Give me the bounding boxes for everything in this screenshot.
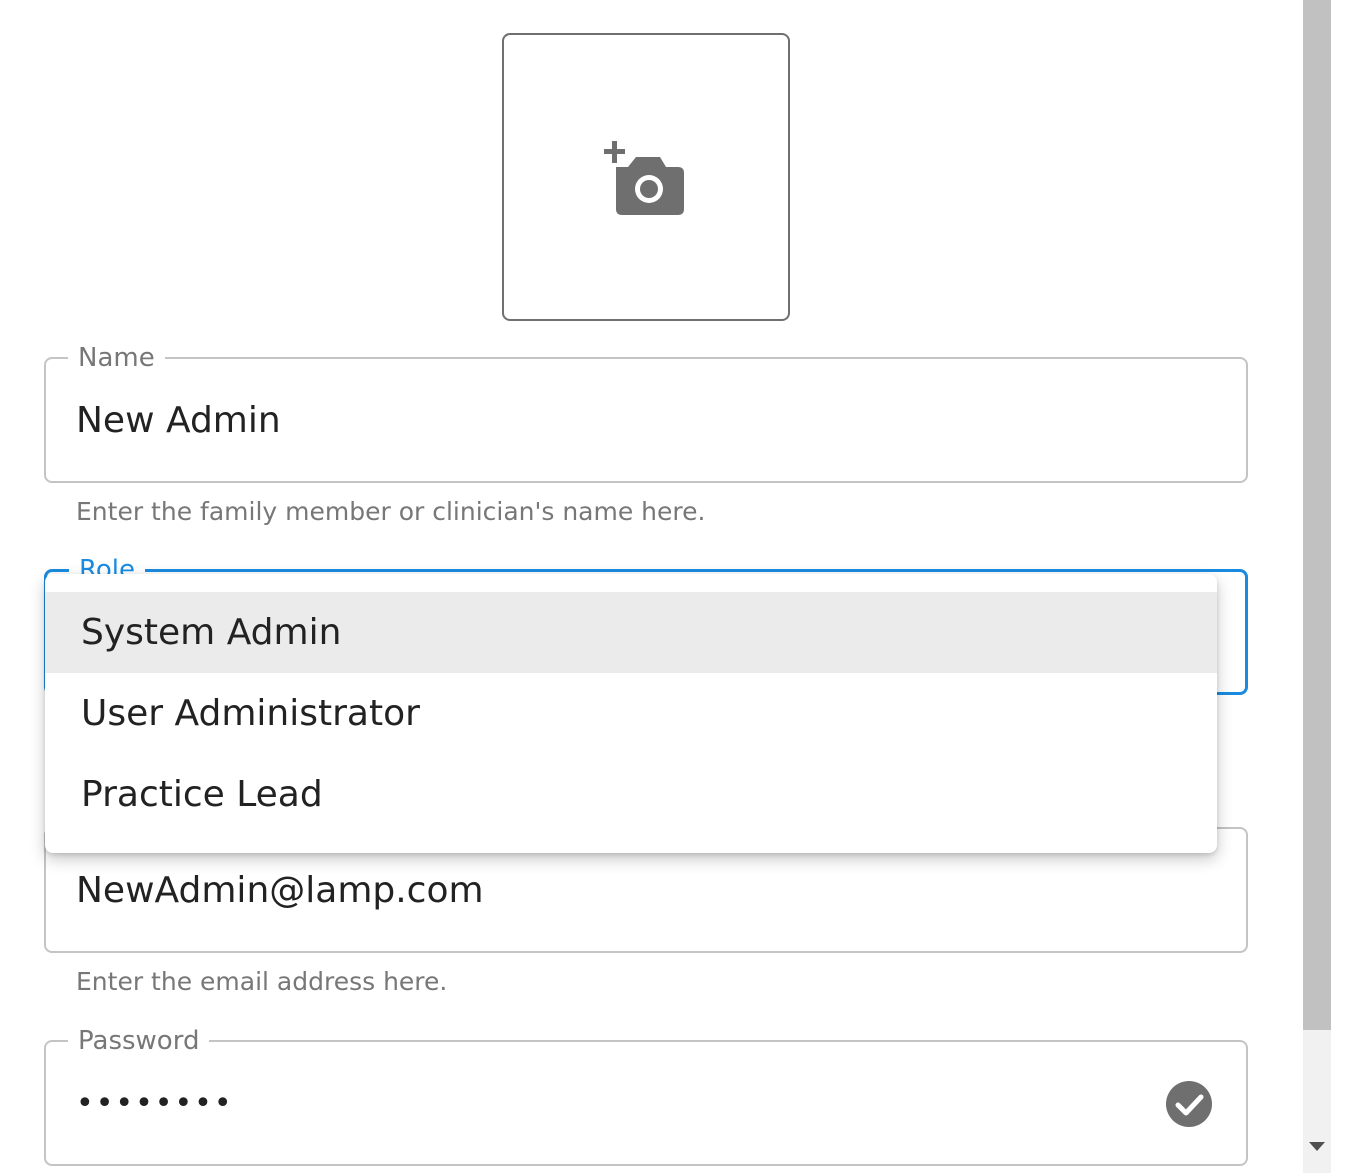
scrollbar-thumb[interactable] — [1303, 0, 1331, 1030]
name-field[interactable]: Name New Admin — [44, 344, 1248, 483]
add-a-photo-icon — [604, 141, 684, 215]
role-dropdown-menu: System Admin User Administrator Practice… — [45, 574, 1217, 853]
name-helper-text: Enter the family member or clinician's n… — [76, 497, 706, 526]
name-input[interactable]: New Admin — [76, 399, 281, 443]
password-input[interactable]: •••••••• — [76, 1082, 234, 1126]
avatar-upload-button[interactable] — [502, 33, 790, 321]
password-field-label: Password — [68, 1027, 210, 1055]
email-helper-text: Enter the email address here. — [76, 967, 448, 996]
check-circle-icon — [1166, 1081, 1212, 1127]
email-input[interactable]: NewAdmin@lamp.com — [76, 869, 484, 913]
password-field[interactable]: Password •••••••• — [44, 1027, 1248, 1166]
role-option-user-administrator[interactable]: User Administrator — [45, 673, 1217, 754]
vertical-scrollbar[interactable] — [1303, 0, 1331, 1173]
role-option-practice-lead[interactable]: Practice Lead — [45, 754, 1217, 835]
name-field-label: Name — [68, 344, 165, 372]
role-option-system-admin[interactable]: System Admin — [45, 592, 1217, 673]
scroll-down-arrow-icon[interactable] — [1308, 1140, 1326, 1152]
